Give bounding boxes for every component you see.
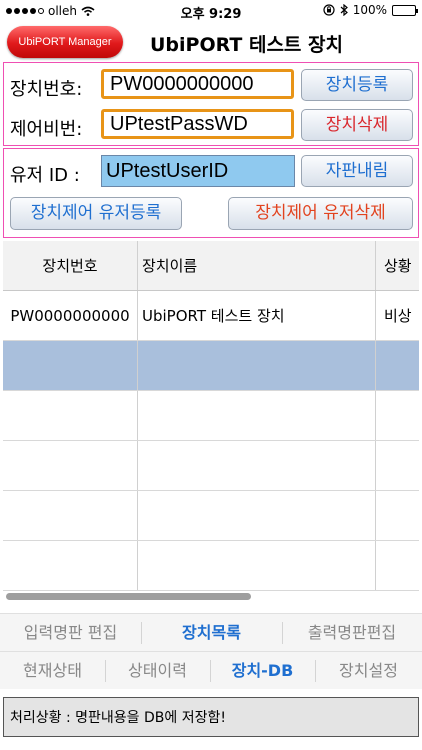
orientation-lock-icon — [323, 4, 335, 16]
register-device-button[interactable]: 장치등록 — [301, 69, 413, 101]
device-number-field[interactable]: PW0000000000 — [101, 69, 294, 99]
tab-bar-bottom: 현재상태 상태이력 장치-DB 장치설정 — [0, 651, 422, 689]
table-cell — [376, 541, 419, 590]
column-header-device-number[interactable]: 장치번호 — [3, 241, 138, 290]
device-number-label: 장치번호: — [10, 79, 83, 100]
table-row-selected[interactable] — [3, 341, 419, 391]
control-password-label: 제어비번: — [10, 119, 83, 140]
table-cell: UbiPORT 테스트 장치 — [138, 291, 376, 340]
table-row[interactable] — [3, 541, 419, 591]
delete-device-button[interactable]: 장치삭제 — [301, 109, 413, 141]
battery-icon — [392, 4, 418, 16]
table-row[interactable] — [3, 391, 419, 441]
tab-input-plate-edit[interactable]: 입력명판 편집 — [0, 614, 141, 652]
delete-user-button[interactable]: 장치제어 유저삭제 — [228, 197, 413, 230]
table-header: 장치번호 장치이름 상황 — [3, 241, 419, 291]
user-panel: 유저 ID : UPtestUserID 자판내림 장치제어 유저등록 장치제어… — [3, 148, 419, 238]
tab-current-status[interactable]: 현재상태 — [0, 652, 105, 690]
table-cell — [3, 541, 138, 590]
table-row[interactable] — [3, 441, 419, 491]
vending-down-button[interactable]: 자판내림 — [301, 155, 413, 187]
table-cell — [376, 391, 419, 440]
processing-status-message: 처리상황 : 명판내용을 DB에 저장함! — [3, 697, 419, 737]
status-right: 100% — [323, 3, 418, 17]
table-cell — [138, 391, 376, 440]
table-cell — [376, 341, 419, 390]
page-title: UbiPORT 테스트 장치 — [150, 34, 343, 56]
column-header-device-name[interactable]: 장치이름 — [138, 241, 376, 290]
table-cell — [138, 441, 376, 490]
column-header-status[interactable]: 상황 — [376, 241, 419, 290]
app-header: UbiPORT Manager UbiPORT 테스트 장치 — [0, 22, 422, 60]
tab-device-db[interactable]: 장치-DB — [210, 652, 315, 690]
table-cell — [376, 441, 419, 490]
tab-bar-top: 입력명판 편집 장치목록 출력명판편집 — [0, 613, 422, 651]
tab-device-list[interactable]: 장치목록 — [141, 614, 282, 652]
table-cell — [3, 441, 138, 490]
table-cell: PW0000000000 — [3, 291, 138, 340]
tab-status-history[interactable]: 상태이력 — [105, 652, 210, 690]
table-cell — [376, 491, 419, 540]
table-cell — [3, 341, 138, 390]
manager-button[interactable]: UbiPORT Manager — [7, 26, 123, 58]
battery-percent: 100% — [352, 3, 387, 17]
table-cell — [138, 491, 376, 540]
tab-output-plate-edit[interactable]: 출력명판편집 — [282, 614, 422, 652]
table-cell — [138, 541, 376, 590]
tab-device-settings[interactable]: 장치설정 — [315, 652, 422, 690]
user-id-field[interactable]: UPtestUserID — [101, 155, 295, 187]
table-cell — [3, 491, 138, 540]
user-id-label: 유저 ID : — [10, 165, 80, 186]
device-panel: 장치번호: PW0000000000 장치등록 제어비번: UPtestPass… — [3, 62, 419, 146]
register-user-button[interactable]: 장치제어 유저등록 — [10, 197, 182, 230]
table-row[interactable]: PW0000000000 UbiPORT 테스트 장치 비상 — [3, 291, 419, 341]
table-cell — [3, 391, 138, 440]
horizontal-scrollbar[interactable] — [6, 593, 251, 600]
status-bar: olleh 오후 9:29 100% — [0, 0, 422, 22]
table-cell: 비상 — [384, 307, 412, 325]
table-row[interactable] — [3, 491, 419, 541]
bluetooth-icon — [340, 4, 348, 16]
control-password-field[interactable]: UPtestPassWD — [101, 109, 294, 139]
device-table[interactable]: 장치번호 장치이름 상황 PW0000000000 UbiPORT 테스트 장치… — [3, 241, 419, 607]
table-cell — [138, 341, 376, 390]
